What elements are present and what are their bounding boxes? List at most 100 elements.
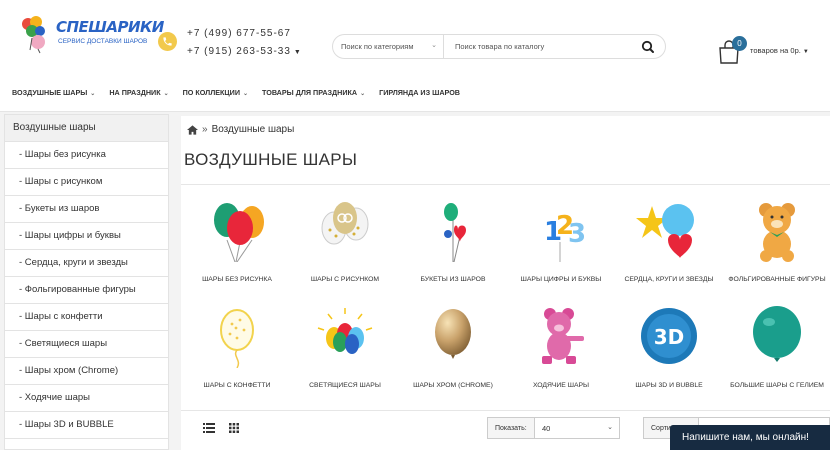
breadcrumb: » Воздушные шары [187, 124, 294, 135]
walking-bear-balloon-icon [542, 308, 584, 364]
nav-item-collections[interactable]: ПО КОЛЛЕКЦИИ ⌄ [183, 88, 248, 97]
logo-subtitle: СЕРВИС ДОСТАВКИ ШАРОВ [58, 38, 148, 45]
category-label: СЕРДЦА, КРУГИ И ЗВЕЗДЫ [624, 276, 714, 283]
nav-item-label: НА ПРАЗДНИК [109, 88, 161, 97]
search-input[interactable] [445, 35, 635, 58]
category-tile[interactable]: ФОЛЬГИРОВАННЫЕ ФИГУРЫ [723, 200, 830, 286]
site-logo[interactable]: СПЕШАРИКИ СЕРВИС ДОСТАВКИ ШАРОВ [18, 14, 164, 54]
sidebar-item-hearts-stars[interactable]: - Сердца, круги и звезды [5, 250, 168, 277]
main-nav: ВОЗДУШНЫЕ ШАРЫ ⌄ НА ПРАЗДНИК ⌄ ПО КОЛЛЕКЦИ… [12, 88, 474, 97]
category-tile[interactable]: ШАРЫ С РИСУНКОМ [291, 200, 399, 286]
number-balloons-icon: 1 2 3 [544, 211, 586, 262]
glowing-balloons-icon [317, 308, 373, 354]
chevron-down-icon: ⌄ [607, 424, 613, 431]
chevron-down-icon: ⌄ [163, 91, 169, 97]
search-category-select[interactable]: Поиск по категориям ⌄ [333, 35, 444, 58]
chevron-down-icon: ⌄ [360, 91, 366, 97]
phone-secondary[interactable]: +7 (915) 263-53-33 ▼ [187, 43, 302, 62]
phone-secondary-number[interactable]: +7 (915) 263-53-33 [187, 46, 291, 57]
category-label: ШАРЫ С РИСУНКОМ [310, 276, 380, 283]
page-title: ВОЗДУШНЫЕ ШАРЫ [184, 150, 358, 169]
nav-item-balloons[interactable]: ВОЗДУШНЫЕ ШАРЫ ⌄ [12, 88, 95, 97]
3d-balloon-icon: 3D [641, 308, 697, 364]
chat-widget-button[interactable]: Напишите нам, мы онлайн! [670, 425, 830, 450]
phone-numbers: +7 (499) 677-55-67 +7 (915) 263-53-33 ▼ [187, 25, 302, 62]
chrome-balloon-icon [435, 309, 471, 359]
confetti-balloon-icon [220, 309, 254, 369]
category-label: БУКЕТЫ ИЗ ШАРОВ [420, 276, 486, 283]
category-tile[interactable]: 1 2 3 ШАРЫ ЦИФРЫ И БУКВЫ [507, 200, 615, 286]
sidebar-item-chrome[interactable]: - Шары хром (Chrome) [5, 358, 168, 385]
nav-item-party-goods[interactable]: ТОВАРЫ ДЛЯ ПРАЗДНИКА ⌄ [262, 88, 365, 97]
nav-item-label: ПО КОЛЛЕКЦИИ [182, 88, 241, 97]
nav-item-holiday[interactable]: НА ПРАЗДНИК ⌄ [109, 88, 168, 97]
chevron-down-icon: ⌄ [431, 42, 437, 49]
show-count-label: Показать: [487, 417, 535, 439]
nav-item-garland[interactable]: ГИРЛЯНДА ИЗ ШАРОВ [379, 88, 460, 97]
cart[interactable]: 0 товаров на 0р. ▼ [718, 36, 828, 66]
sidebar-item-bouquets[interactable]: - Букеты из шаров [5, 196, 168, 223]
show-count-value: 40 [542, 424, 551, 433]
search-icon[interactable] [639, 38, 657, 56]
sidebar-item-glowing[interactable]: - Светящиеся шары [5, 331, 168, 358]
category-tile[interactable]: ШАРЫ С КОНФЕТТИ [183, 306, 291, 392]
svg-text:3: 3 [568, 219, 586, 249]
balloon-bouquet-icon [444, 203, 466, 263]
category-label: ФОЛЬГИРОВАННЫЕ ФИГУРЫ [728, 276, 826, 283]
nav-item-label: ВОЗДУШНЫЕ ШАРЫ [12, 88, 88, 97]
category-label: ШАРЫ 3D И BUBBLE [635, 382, 703, 389]
teddy-bear-balloon-icon [759, 203, 795, 262]
breadcrumb-separator: » [202, 124, 208, 135]
chevron-down-icon: ▼ [802, 49, 809, 55]
list-view-icon[interactable] [203, 423, 215, 433]
category-label: ШАРЫ С КОНФЕТТИ [203, 382, 271, 389]
category-tile[interactable]: СВЕТЯЩИЕСЯ ШАРЫ [291, 306, 399, 392]
svg-text:3D: 3D [654, 325, 685, 349]
printed-balloons-icon [321, 202, 369, 245]
sidebar-item-3d-bubble[interactable]: - Шары 3D и BUBBLE [5, 412, 168, 439]
category-tile[interactable]: ШАРЫ ХРОМ (CHROME) [399, 306, 507, 392]
home-icon[interactable] [187, 124, 198, 135]
sidebar-item-walking[interactable]: - Ходячие шары [5, 385, 168, 412]
sidebar-heading[interactable]: Воздушные шары [5, 115, 168, 142]
search-bar: Поиск по категориям ⌄ [332, 34, 666, 59]
category-tile[interactable]: СЕРДЦА, КРУГИ И ЗВЕЗДЫ [615, 200, 723, 286]
grid-view-icon[interactable] [229, 423, 239, 433]
category-label: ШАРЫ ЦИФРЫ И БУКВЫ [520, 276, 602, 283]
divider [181, 184, 830, 185]
main-content: » Воздушные шары ВОЗДУШНЫЕ ШАРЫ ШАРЫ БЕЗ… [181, 116, 830, 450]
search-category-label: Поиск по категориям [341, 42, 414, 51]
category-label: БОЛЬШИЕ ШАРЫ С ГЕЛИЕМ [730, 382, 824, 389]
cart-summary-label: товаров на 0р. [750, 46, 801, 55]
logo-balloons-icon [22, 16, 45, 54]
sidebar-item-plain[interactable]: - Шары без рисунка [5, 142, 168, 169]
category-tile[interactable]: ХОДЯЧИЕ ШАРЫ [507, 306, 615, 392]
chevron-down-icon[interactable]: ▼ [294, 49, 302, 56]
sidebar-item-foil-figures[interactable]: - Фольгированные фигуры [5, 277, 168, 304]
nav-item-label: ТОВАРЫ ДЛЯ ПРАЗДНИКА [262, 88, 358, 97]
sidebar-item-numbers-letters[interactable]: - Шары цифры и буквы [5, 223, 168, 250]
cart-summary: товаров на 0р. ▼ [750, 46, 809, 55]
category-label: ХОДЯЧИЕ ШАРЫ [532, 382, 590, 389]
phone-primary[interactable]: +7 (499) 677-55-67 [187, 25, 302, 43]
category-label: ШАРЫ ХРОМ (CHROME) [413, 382, 493, 389]
breadcrumb-current: Воздушные шары [211, 124, 295, 135]
cart-count-badge: 0 [732, 36, 747, 51]
category-tile[interactable]: 3D ШАРЫ 3D И BUBBLE [615, 306, 723, 392]
logo-title: СПЕШАРИКИ [56, 18, 164, 36]
category-tile[interactable]: БУКЕТЫ ИЗ ШАРОВ [399, 200, 507, 286]
category-label: ШАРЫ БЕЗ РИСУНКА [202, 276, 272, 283]
category-tile[interactable]: БОЛЬШИЕ ШАРЫ С ГЕЛИЕМ [723, 306, 830, 392]
chevron-down-icon: ⌄ [90, 91, 96, 97]
category-sidebar: Воздушные шары - Шары без рисунка - Шары… [4, 114, 169, 450]
category-tile[interactable]: ШАРЫ БЕЗ РИСУНКА [183, 200, 291, 286]
sidebar-item-confetti[interactable]: - Шары с конфетти [5, 304, 168, 331]
sidebar-item-printed[interactable]: - Шары с рисунком [5, 169, 168, 196]
show-count-select[interactable]: 40 ⌄ [534, 417, 620, 439]
nav-item-label: ГИРЛЯНДА ИЗ ШАРОВ [379, 88, 460, 97]
chevron-down-icon: ⌄ [243, 91, 249, 97]
heart-star-balloons-icon [636, 204, 694, 258]
phone-icon [158, 32, 177, 51]
plain-balloons-icon [214, 203, 264, 263]
category-label: СВЕТЯЩИЕСЯ ШАРЫ [309, 382, 381, 389]
